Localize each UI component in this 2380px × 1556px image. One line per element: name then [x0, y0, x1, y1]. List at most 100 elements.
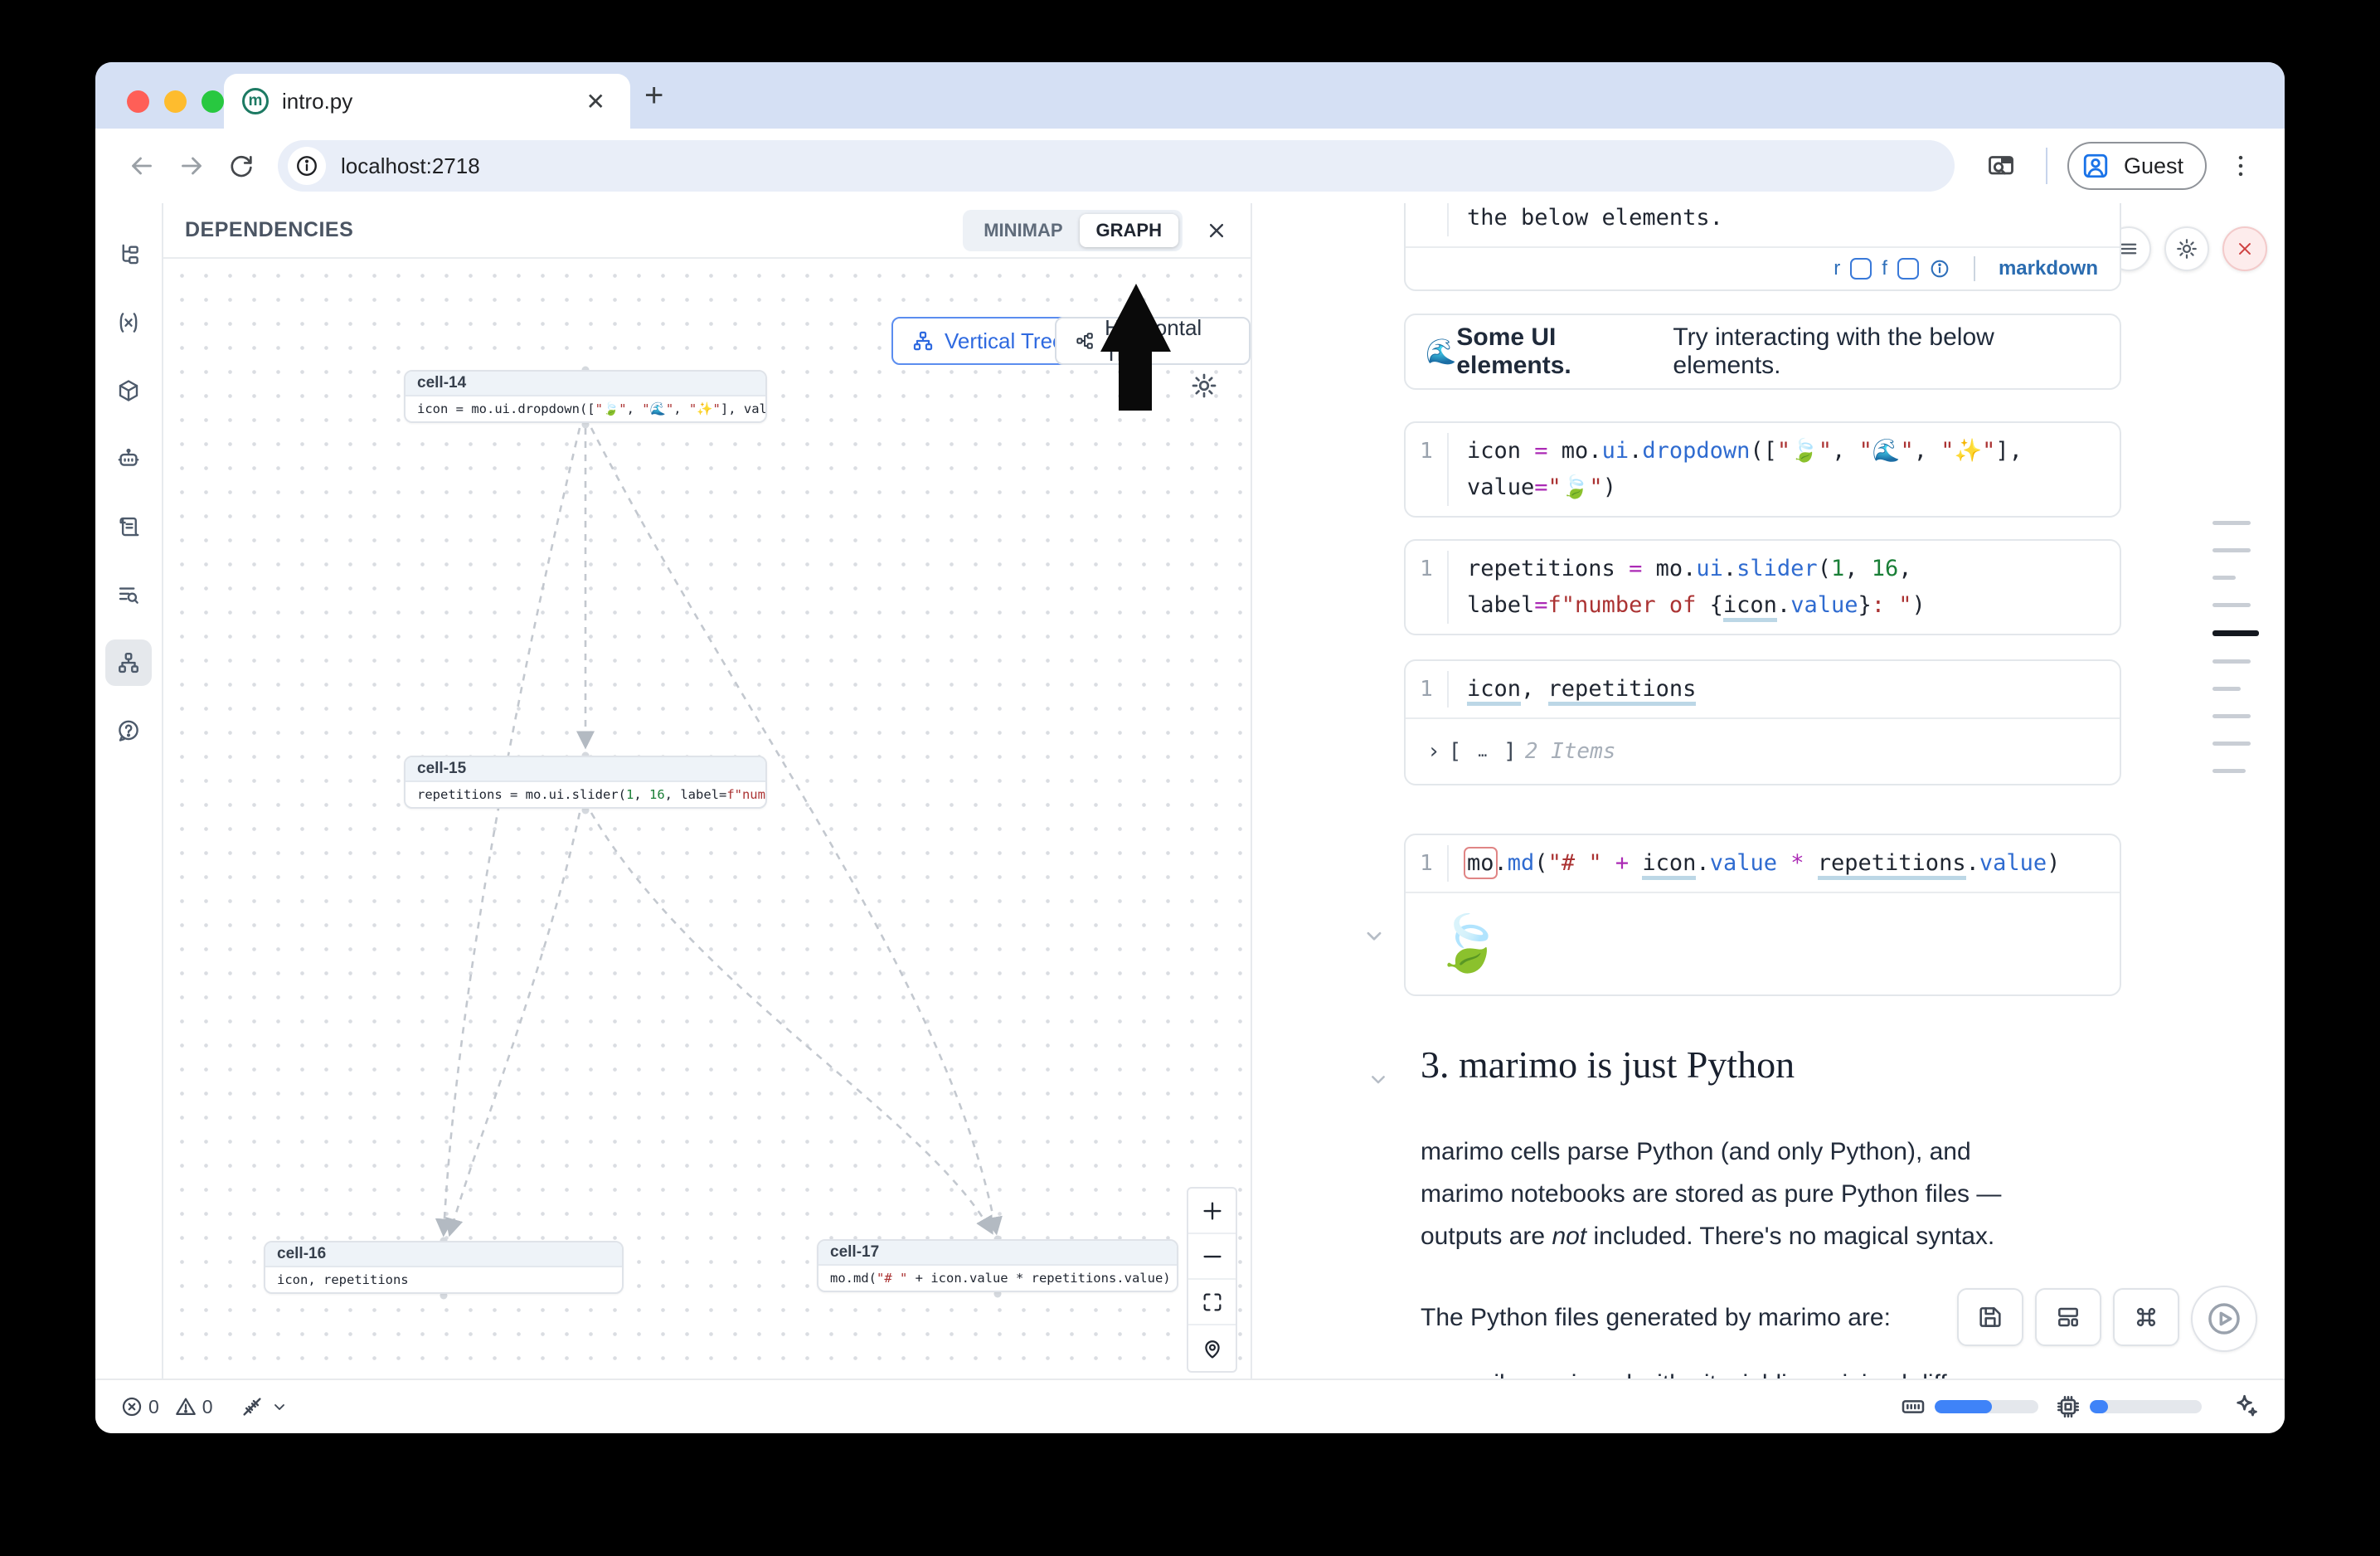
- graph-node-cell-15[interactable]: cell-15 repetitions = mo.ui.slider(1, 16…: [404, 756, 767, 809]
- toolbar-divider: [2046, 148, 2047, 184]
- connection-indicator[interactable]: [240, 1394, 289, 1419]
- window-controls: [127, 90, 224, 113]
- locate-button[interactable]: [1188, 1325, 1236, 1371]
- site-info-icon[interactable]: [288, 147, 326, 185]
- section-paragraph: marimo cells parse Python (and only Pyth…: [1421, 1131, 2009, 1257]
- code-editor[interactable]: **🌊 Some UI elements.** Try interacting …: [1449, 203, 2075, 236]
- ai-sparkle-icon[interactable]: [2232, 1393, 2260, 1421]
- tab-search-icon[interactable]: [1983, 148, 2019, 184]
- forward-icon[interactable]: [173, 148, 210, 184]
- cell-slider[interactable]: 1 repetitions = mo.ui.slider(1, 16,label…: [1404, 539, 2121, 635]
- line-number: 1: [1406, 203, 1449, 236]
- marimo-favicon-icon: m: [242, 88, 269, 114]
- maximize-window-button[interactable]: [202, 90, 224, 113]
- sidebar-item-scratchpad[interactable]: [105, 503, 152, 550]
- code-editor[interactable]: mo.md("# " + icon.value * repetitions.va…: [1449, 845, 2060, 882]
- cell-collapse-chevron-icon[interactable]: [1360, 921, 1388, 950]
- tab-minimap[interactable]: MINIMAP: [967, 214, 1079, 247]
- leaf-emoji: 🍃: [1434, 912, 1502, 976]
- md-bold-text: Some UI elements.: [1456, 323, 1673, 380]
- code-editor[interactable]: icon, repetitions: [1449, 671, 1696, 707]
- layout-button[interactable]: [2035, 1288, 2101, 1346]
- profile-button[interactable]: Guest: [2067, 142, 2207, 190]
- checkbox-run-icon[interactable]: [1850, 258, 1872, 280]
- node-code: icon = mo.ui.dropdown(["🍃", "🌊", "✨"], v…: [406, 396, 765, 421]
- graph-node-cell-14[interactable]: cell-14 icon = mo.ui.dropdown(["🍃", "🌊",…: [404, 370, 767, 423]
- node-title: cell-14: [406, 372, 765, 396]
- graph-settings-icon[interactable]: [1190, 372, 1218, 400]
- code-editor[interactable]: repetitions = mo.ui.slider(1, 16,label=f…: [1449, 551, 1926, 624]
- cell-dropdown[interactable]: 1 icon = mo.ui.dropdown(["🍃", "🌊", "✨"],…: [1404, 421, 2121, 518]
- sidebar-item-variables[interactable]: [105, 299, 152, 346]
- close-window-button[interactable]: [127, 90, 149, 113]
- url-bar[interactable]: localhost:2718: [278, 140, 1955, 192]
- line-number: 1: [1406, 551, 1449, 624]
- dependencies-header: DEPENDENCIES MINIMAP GRAPH: [163, 203, 1251, 259]
- sidebar-rail: [95, 203, 163, 1379]
- run-all-button[interactable]: [2191, 1286, 2257, 1352]
- error-circle-icon: [120, 1395, 143, 1418]
- scroll-icon: [116, 514, 141, 539]
- chevron-down-icon: [270, 1397, 289, 1417]
- cell-mo-md[interactable]: 1 mo.md("# " + icon.value * repetitions.…: [1404, 834, 2121, 996]
- info-icon[interactable]: [1929, 258, 1950, 280]
- close-panel-icon[interactable]: [1204, 218, 1229, 243]
- zoom-in-button[interactable]: [1188, 1189, 1236, 1234]
- browser-toolbar: localhost:2718 Guest: [95, 129, 2285, 203]
- dependency-graph-canvas[interactable]: Vertical Tree Horizontal Tree cell-14 ic…: [163, 259, 1251, 1379]
- url-text[interactable]: localhost:2718: [341, 153, 480, 179]
- zoom-out-button[interactable]: [1188, 1234, 1236, 1280]
- warnings-indicator[interactable]: 0: [174, 1395, 213, 1418]
- variables-icon: [116, 310, 141, 335]
- errors-indicator[interactable]: 0: [120, 1395, 159, 1418]
- node-code: repetitions = mo.ui.slider(1, 16, label=…: [406, 782, 765, 807]
- vertical-tree-icon: [911, 329, 935, 353]
- sidebar-item-ai-assistant[interactable]: [105, 435, 152, 482]
- sidebar-item-packages[interactable]: [105, 367, 152, 414]
- shortcuts-button[interactable]: [2113, 1288, 2179, 1346]
- minimize-window-button[interactable]: [164, 90, 187, 113]
- sidebar-item-snippets[interactable]: [105, 571, 152, 618]
- reload-icon[interactable]: [223, 148, 260, 184]
- line-number: 1: [1406, 671, 1449, 707]
- collapse-toggle-icon[interactable]: ›: [1427, 739, 1440, 764]
- shutdown-button[interactable]: [2222, 226, 2267, 271]
- browser-menu-icon[interactable]: [2227, 152, 2255, 180]
- paragraph-text: included. There's no magical syntax.: [1586, 1223, 1994, 1250]
- save-button[interactable]: [1957, 1288, 2023, 1346]
- language-badge[interactable]: markdown: [1999, 257, 2098, 280]
- graph-node-cell-17[interactable]: cell-17 mo.md("# " + icon.value * repeti…: [817, 1239, 1178, 1292]
- code-editor[interactable]: icon = mo.ui.dropdown(["🍃", "🌊", "✨"],va…: [1449, 433, 2023, 506]
- browser-tab[interactable]: m intro.py ✕: [224, 74, 630, 129]
- section-paragraph-2: The Python files generated by marimo are…: [1421, 1296, 2009, 1339]
- tab-title: intro.py: [282, 89, 580, 114]
- annotation-arrow: [1092, 277, 1183, 418]
- sidebar-item-help[interactable]: [105, 707, 152, 754]
- sidebar-item-dependency-graph[interactable]: [105, 639, 152, 686]
- node-code: mo.md("# " + icon.value * repetitions.va…: [818, 1266, 1177, 1291]
- checkbox-format-icon[interactable]: [1897, 258, 1919, 280]
- tab-graph[interactable]: GRAPH: [1080, 214, 1178, 247]
- section-collapse-chevron-icon[interactable]: [1365, 1066, 1392, 1092]
- profile-name: Guest: [2124, 153, 2183, 179]
- fit-view-button[interactable]: [1188, 1280, 1236, 1325]
- leaf-output: 🍃: [1406, 892, 2120, 994]
- close-icon: [2234, 238, 2256, 260]
- cell-markdown-source[interactable]: 1 **🌊 Some UI elements.** Try interactin…: [1404, 203, 2121, 291]
- close-tab-icon[interactable]: ✕: [580, 85, 612, 119]
- robot-icon: [116, 446, 141, 471]
- cpu-icon: [2055, 1393, 2081, 1420]
- graph-node-cell-16[interactable]: cell-16 icon, repetitions: [264, 1241, 624, 1294]
- cell-position-minimap[interactable]: [2212, 521, 2259, 773]
- line-number: 1: [1406, 433, 1449, 506]
- layout-icon: [2055, 1304, 2081, 1330]
- memory-usage-meter: [1935, 1400, 2038, 1413]
- back-icon[interactable]: [124, 148, 160, 184]
- shortcut-r-label: r: [1834, 257, 1840, 280]
- cell-tuple[interactable]: 1 icon, repetitions › [ … ] 2 Items: [1404, 659, 2121, 785]
- new-tab-button[interactable]: +: [644, 77, 663, 114]
- notebook-settings-button[interactable]: [2164, 226, 2209, 271]
- sidebar-item-file-explorer[interactable]: [105, 231, 152, 278]
- warnings-count: 0: [202, 1396, 213, 1418]
- node-title: cell-16: [265, 1242, 622, 1267]
